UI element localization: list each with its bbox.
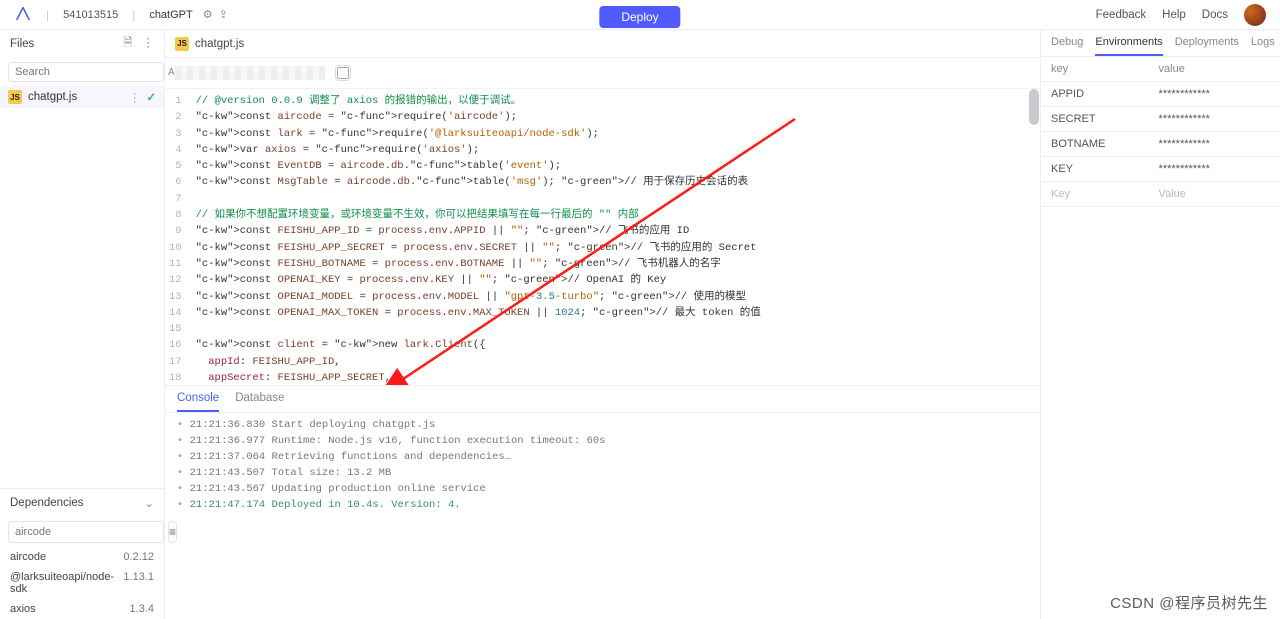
env-row[interactable]: BOTNAME************ xyxy=(1041,132,1280,157)
top-header: | 541013515 | chatGPT ⚙ ⇪ Deploy Feedbac… xyxy=(0,0,1280,30)
js-icon: JS xyxy=(175,37,189,51)
env-row[interactable]: KEY************ xyxy=(1041,157,1280,182)
tab-console[interactable]: Console xyxy=(177,392,219,412)
js-icon: JS xyxy=(8,90,22,104)
console-line: 21:21:37.064 Retrieving functions and de… xyxy=(177,451,1028,463)
nav-help[interactable]: Help xyxy=(1162,9,1186,21)
console-line: 21:21:36.830 Start deploying chatgpt.js xyxy=(177,419,1028,431)
editor-scrollbar[interactable] xyxy=(1028,89,1040,385)
share-icon[interactable]: ⇪ xyxy=(219,8,228,21)
rtab-debug[interactable]: Debug xyxy=(1051,36,1083,56)
env-new-row[interactable]: KeyValue xyxy=(1041,182,1280,207)
function-url-bar xyxy=(165,58,1040,88)
dep-row[interactable]: aircode0.2.12 xyxy=(0,547,164,567)
editor-tab[interactable]: JS chatgpt.js xyxy=(175,37,244,51)
deps-header[interactable]: Dependencies ⌄ xyxy=(0,489,164,517)
copy-icon[interactable] xyxy=(335,65,351,81)
check-icon: ✓ xyxy=(146,90,156,104)
rtab-deployments[interactable]: Deployments xyxy=(1175,36,1239,56)
logo-icon[interactable] xyxy=(14,6,32,24)
console-line: 21:21:43.507 Total size: 13.2 MB xyxy=(177,467,1028,479)
console-line: 21:21:47.174 Deployed in 10.4s. Version:… xyxy=(177,499,1028,511)
dep-row[interactable]: @larksuiteoapi/node-sdk1.13.1 xyxy=(0,567,164,599)
watermark: CSDN @程序员树先生 xyxy=(1110,592,1268,613)
nav-docs[interactable]: Docs xyxy=(1202,9,1228,21)
tab-database[interactable]: Database xyxy=(235,392,284,412)
code-editor[interactable]: 123456789101112131415161718192021222324 … xyxy=(165,89,1040,385)
project-id[interactable]: 541013515 xyxy=(63,9,118,21)
console-output: 21:21:36.830 Start deploying chatgpt.js 2… xyxy=(165,413,1040,517)
avatar[interactable] xyxy=(1244,4,1266,26)
url-masked xyxy=(175,66,325,80)
env-row[interactable]: APPID************ xyxy=(1041,82,1280,107)
project-file[interactable]: chatGPT ⚙ ⇪ xyxy=(149,8,228,21)
rtab-environments[interactable]: Environments xyxy=(1095,36,1162,56)
gear-icon[interactable]: ⚙ xyxy=(203,8,213,21)
deps-search-input[interactable] xyxy=(8,521,164,543)
file-more-icon[interactable]: ⋮ xyxy=(129,90,141,104)
new-file-icon[interactable]: 🗎 xyxy=(123,35,132,54)
files-panel-header: Files 🗎 ⋮ xyxy=(0,30,164,58)
dep-row[interactable]: axios1.3.4 xyxy=(0,599,164,619)
file-item-chatgpt[interactable]: JS chatgpt.js ⋮ ✓ xyxy=(0,86,164,108)
nav-feedback[interactable]: Feedback xyxy=(1096,9,1147,21)
chevron-down-icon: ⌄ xyxy=(144,496,154,510)
more-icon[interactable]: ⋮ xyxy=(143,35,155,54)
deploy-button[interactable]: Deploy xyxy=(599,6,680,28)
console-line: 21:21:43.567 Updating production online … xyxy=(177,483,1028,495)
console-line: 21:21:36.977 Runtime: Node.js v16, funct… xyxy=(177,435,1028,447)
rtab-logs[interactable]: Logs xyxy=(1251,36,1275,56)
env-table-head: keyvalue xyxy=(1041,57,1280,82)
env-row[interactable]: SECRET************ xyxy=(1041,107,1280,132)
files-search-input[interactable] xyxy=(8,62,164,82)
